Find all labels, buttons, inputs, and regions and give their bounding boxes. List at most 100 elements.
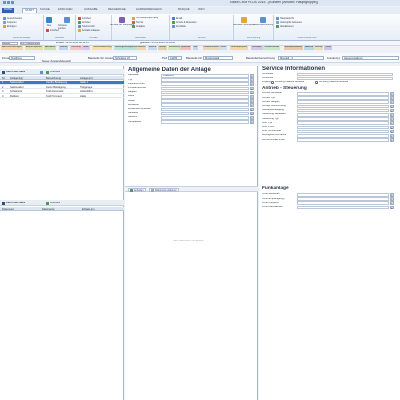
zugang-radio-2[interactable] [315,81,318,84]
filter-list-menu[interactable]: Filterliste [50,71,60,74]
content-tab[interactable]: Auftrag [314,46,324,50]
content-tab[interactable]: Wartungsmanagement [113,46,138,50]
field-input[interactable] [297,96,389,100]
copy-button[interactable]: Kopieren [3,21,17,24]
content-tab[interactable]: Vertriebsprojekte [229,46,248,50]
search-address-button[interactable]: Adresse suchen [58,17,75,30]
chevron-down-icon[interactable]: ▾ [250,82,254,86]
chevron-down-icon[interactable]: ▾ [250,90,254,95]
field-input[interactable] [161,103,249,107]
refresh-button[interactable]: Aktualisieren [276,25,294,28]
chevron-down-icon[interactable]: ▾ [390,96,394,100]
field-input[interactable] [161,111,249,116]
call-button[interactable]: Anrufen [78,21,90,24]
content-tab[interactable]: Material [136,46,147,50]
content-tab[interactable]: Serviceabwicklung [92,46,113,50]
field-input[interactable] [161,82,249,86]
chevron-down-icon[interactable]: ▾ [250,103,254,107]
chevron-down-icon[interactable]: ▾ [390,113,394,117]
campaign-activity-button[interactable]: Aktivität zur Kampagne [110,17,134,27]
field-input[interactable] [297,121,389,125]
tab-hardwarecheck[interactable]: HARDWARECHECK [134,8,164,13]
field-input[interactable] [297,125,389,130]
content-tab[interactable]: Vorschlag [69,46,82,50]
table-row[interactable]: 4 Rolltore Kraft Tormann Halle [0,94,124,99]
refresh-icon[interactable] [40,70,43,74]
chevron-down-icon[interactable]: ▾ [390,121,394,125]
field-input[interactable] [297,134,389,138]
undo-icon[interactable] [7,1,10,4]
col-erfasst[interactable]: Erfasst am [82,208,94,211]
kundentyp-input[interactable]: Hausverwaltung [342,56,399,60]
filter-icon[interactable] [2,201,5,205]
tab-start[interactable]: START [22,8,37,13]
chevron-down-icon[interactable]: ▾ [250,120,254,124]
chevron-down-icon[interactable]: ▾ [390,125,394,129]
plz-input[interactable]: 41199 [168,56,182,60]
field-input[interactable] [297,205,389,210]
content-tab[interactable]: Kommentar [167,46,182,50]
sales-project-due-button[interactable]: Vertriebsprojekt fällig [132,17,158,20]
chevron-down-icon[interactable]: ▾ [250,111,254,116]
field-input[interactable] [297,138,389,142]
content-tab[interactable]: Vertrieb [58,46,69,50]
funkcode-input[interactable] [297,76,393,81]
attach-button[interactable]: Anheften [128,188,146,192]
card-link-button[interactable]: Kartenverknüpfung [253,17,273,27]
email-button[interactable]: Email [172,17,182,20]
content-tab[interactable]: Aktivitäten [44,46,57,50]
save-icon[interactable] [3,1,6,4]
field-input[interactable] [161,99,249,103]
field-input[interactable] [297,104,389,109]
tab-recherche[interactable]: RECHERCHE [106,8,128,13]
field-input[interactable] [297,193,389,197]
tab-datei[interactable]: DATEI [2,8,15,13]
field-input[interactable] [161,95,249,99]
call-list-button[interactable]: Anrufliste [172,25,186,28]
status-select[interactable]: Aktuell [2,42,18,45]
chevron-down-icon[interactable]: ▾ [390,104,394,108]
chevron-down-icon[interactable]: ▾ [250,99,254,103]
ort-input[interactable]: Mustertstadt [203,56,233,60]
linked-addresses-button[interactable]: Verknüpfte Adressen [276,21,302,24]
chevron-down-icon[interactable]: ▾ [390,108,394,113]
field-input[interactable] [161,116,249,120]
redo-icon[interactable] [11,1,14,4]
filter-list-menu[interactable]: Filterliste [50,202,60,205]
contact-delete-button[interactable]: Löschen [78,17,91,20]
field-input[interactable] [161,78,249,82]
col-dateiname[interactable]: Dateiname [42,208,55,211]
col-nr[interactable]: Nr. [2,77,5,80]
paste-button[interactable]: Einfügen [3,25,16,28]
baustelle-input[interactable]: Schulweg 23 [113,56,137,60]
filter-list-icon[interactable] [46,201,49,205]
field-input[interactable] [161,90,249,95]
chevron-down-icon[interactable]: ▾ [390,193,394,197]
field-input[interactable] [161,120,249,124]
chevron-down-icon[interactable]: ▾ [390,129,394,134]
zugang-radio-1[interactable] [271,81,274,84]
content-tab[interactable]: Info [192,46,199,50]
chevron-down-icon[interactable]: ▾ [390,201,394,205]
col-anlagenort[interactable]: Anlagenort [80,77,93,80]
field-input[interactable] [297,197,389,201]
content-tab[interactable]: Adresseinstellungen [1,46,23,50]
col-anlagentyp[interactable]: Anlagentyp [10,77,23,80]
content-tab[interactable]: Teilen [324,46,333,50]
field-input[interactable] [161,86,249,91]
filter-icon[interactable] [2,70,5,74]
content-tab[interactable]: Sonstiges [251,46,263,50]
new-address-button[interactable]: Neu [46,17,52,27]
chevron-down-icon[interactable]: ▾ [250,116,254,120]
content-tab[interactable]: Kommunikation [202,46,220,50]
content-tab[interactable]: Ansprechpartner [24,46,44,50]
phone-note-button[interactable]: Telefonnotiz [78,25,95,28]
task-button[interactable]: Aufgabe [132,25,145,28]
filter-list-icon[interactable] [46,70,49,74]
call-send-button[interactable]: Anrufe & Absenden [172,21,197,24]
field-input[interactable]: Crawford [161,74,249,78]
content-tab[interactable]: Kontaktstatistik [263,46,281,50]
content-tab[interactable]: Adresse [304,46,315,50]
tab-suche[interactable]: SUCHE [38,8,52,13]
tab-basque[interactable]: BASQUE [176,8,192,13]
